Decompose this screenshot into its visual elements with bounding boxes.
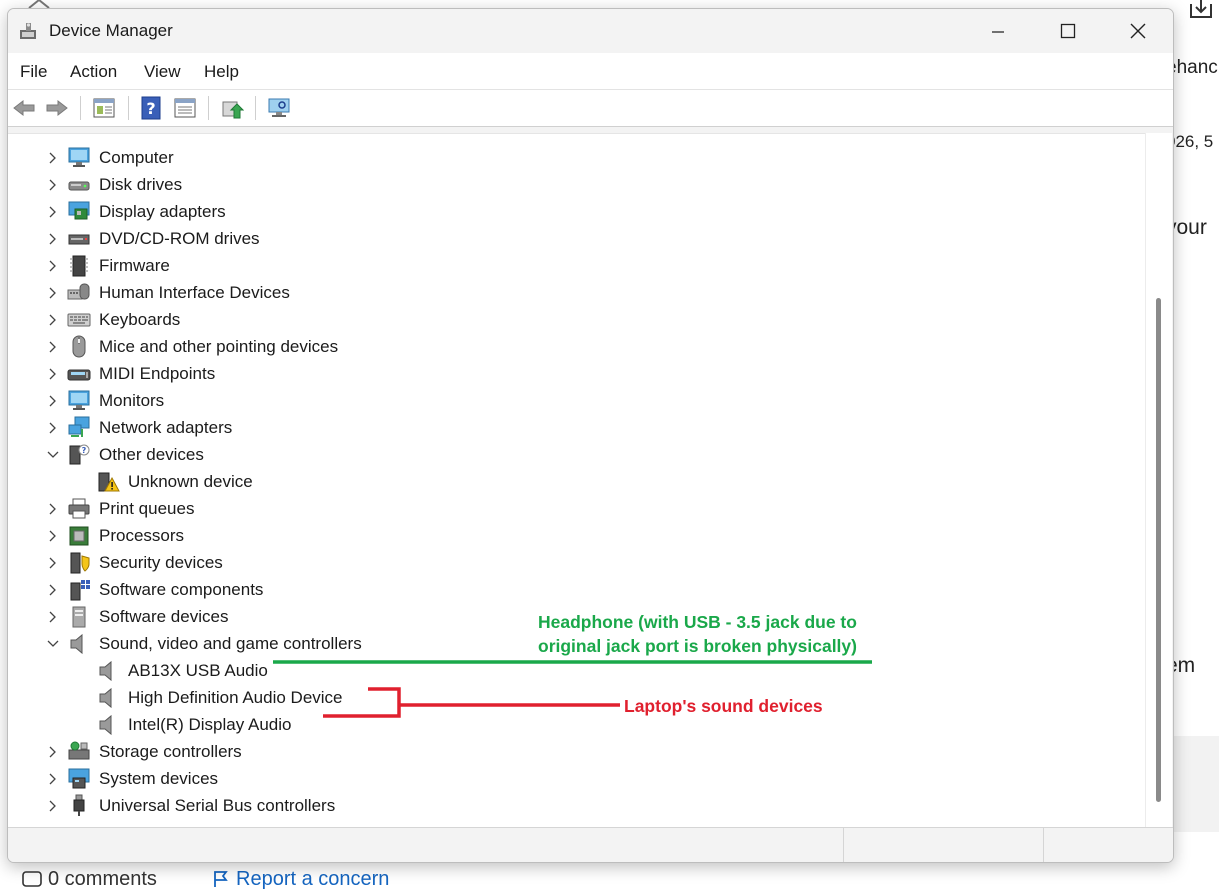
annotation-lines	[273, 660, 872, 718]
laptop-sound-bracket	[323, 687, 620, 718]
